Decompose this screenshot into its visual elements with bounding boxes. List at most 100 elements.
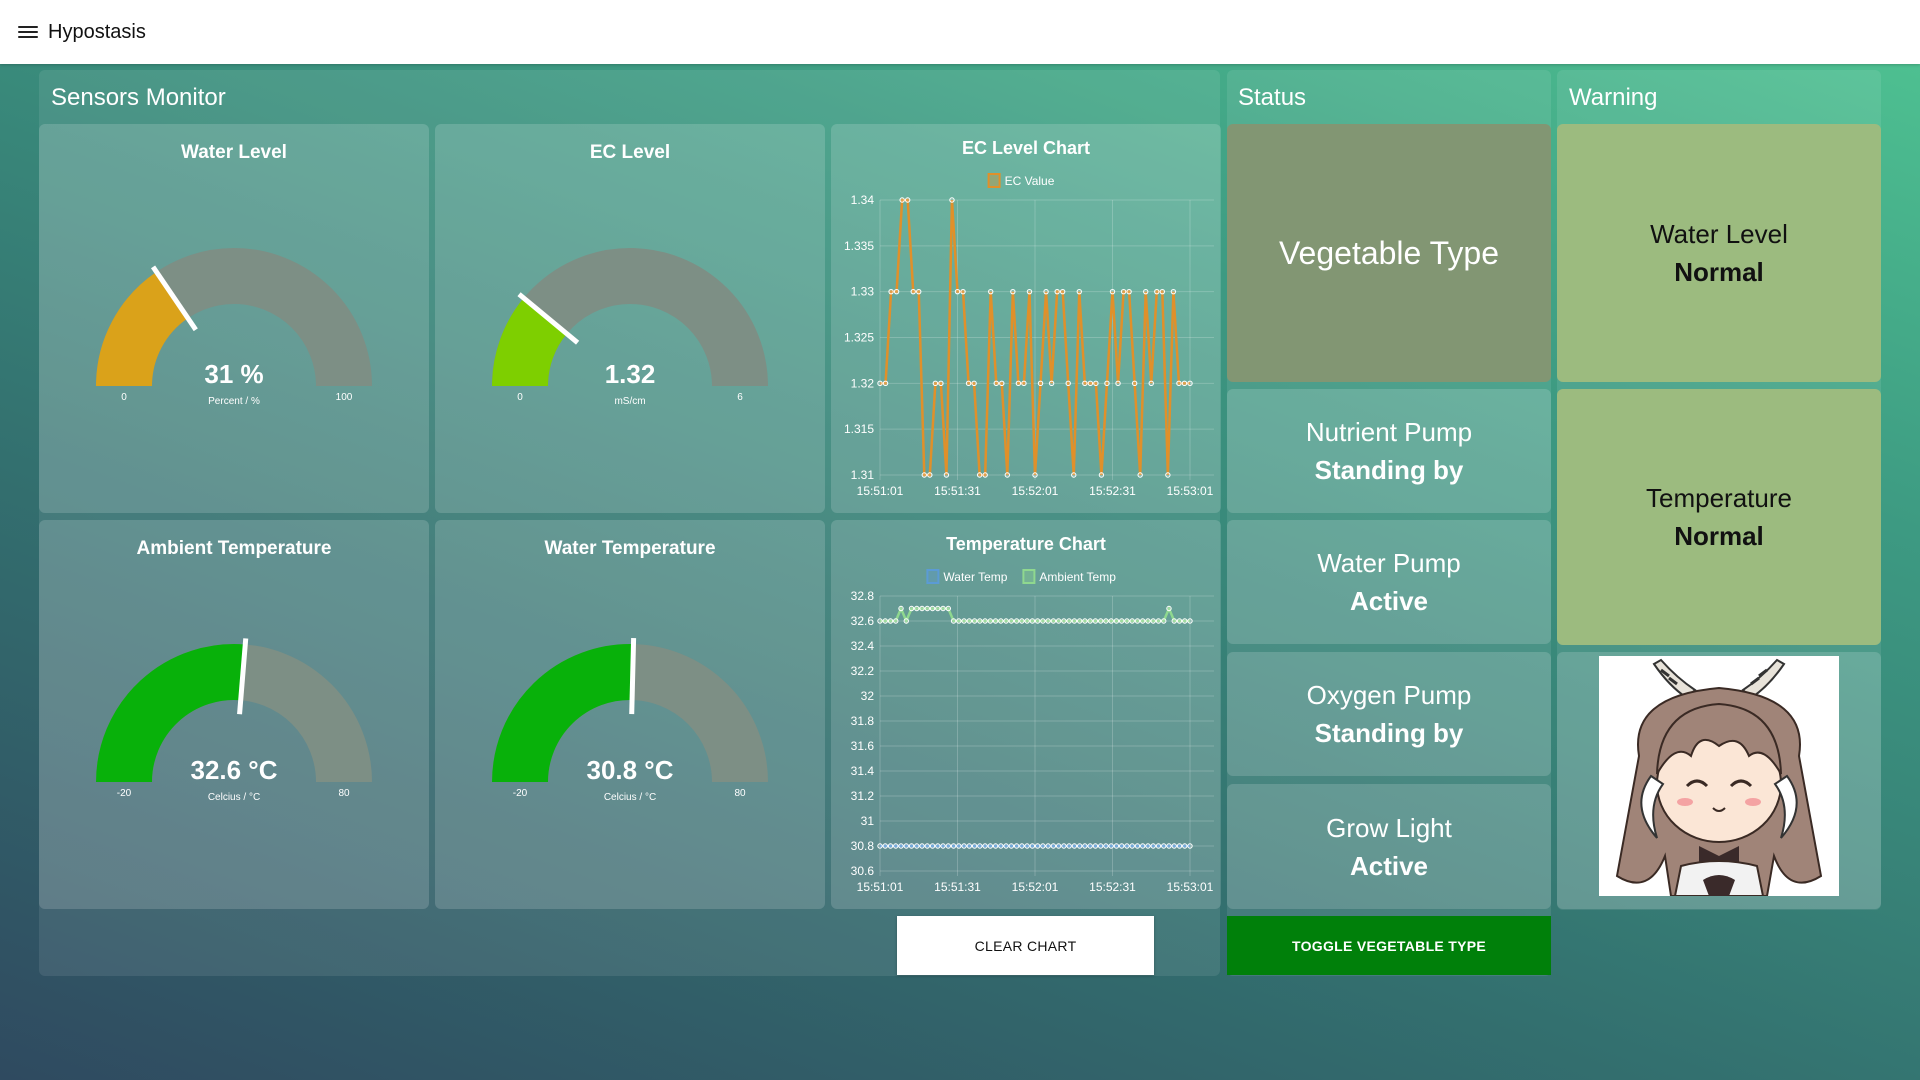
y-tick-label: 32.2: [851, 664, 875, 678]
legend-swatch: [926, 569, 940, 584]
data-point: [998, 843, 1004, 849]
data-point: [960, 288, 966, 295]
x-tick-label: 15:52:31: [1089, 880, 1136, 894]
data-point: [1171, 843, 1177, 849]
status-title: Status: [1238, 84, 1307, 111]
data-point: [929, 605, 936, 612]
data-point: [1045, 618, 1051, 624]
data-point: [904, 197, 911, 203]
y-tick-label: 1.325: [844, 331, 874, 345]
data-point: [982, 618, 988, 624]
data-point: [1170, 288, 1177, 295]
data-point: [1029, 843, 1036, 849]
data-point: [1004, 472, 1011, 478]
data-point: [1155, 618, 1162, 624]
data-point: [987, 843, 994, 849]
data-point: [1037, 380, 1044, 387]
data-point: [914, 605, 920, 612]
data-point: [1148, 380, 1154, 387]
ambient-temperature-gauge-card: Ambient Temperature 32.6 °C Celcius / °C -…: [39, 520, 429, 909]
gauge-needle: [629, 637, 637, 715]
data-point: [987, 618, 994, 624]
data-point: [1120, 288, 1127, 295]
grow-light-status-card: Grow Light Active: [1227, 784, 1551, 909]
ec-level-gauge-title: EC Level: [589, 142, 671, 163]
oxygen-pump-status-card: Oxygen Pump Standing by: [1227, 652, 1551, 776]
data-point: [1065, 380, 1071, 387]
data-point: [950, 618, 957, 624]
x-tick-label: 15:51:31: [934, 484, 981, 498]
data-point: [1187, 618, 1193, 624]
hamburger-menu-icon[interactable]: [18, 24, 38, 40]
nutrient-pump-status-card: Nutrient Pump Standing by: [1227, 389, 1551, 513]
data-point: [903, 843, 909, 849]
data-point: [961, 618, 967, 624]
data-point: [1076, 843, 1083, 849]
data-point: [1176, 843, 1183, 849]
data-point: [940, 843, 946, 849]
warning-title: Warning: [1569, 84, 1658, 111]
data-point: [1140, 843, 1146, 849]
y-tick-label: 30.8: [851, 839, 875, 853]
data-point: [1145, 618, 1151, 624]
y-tick-label: 1.315: [844, 422, 874, 436]
data-point: [966, 843, 973, 849]
data-point: [1092, 618, 1099, 624]
data-point: [935, 605, 941, 612]
data-point: [1015, 380, 1022, 387]
data-point: [1010, 288, 1016, 295]
data-point: [1150, 843, 1156, 849]
y-tick-label: 1.33: [851, 285, 875, 299]
data-point: [1013, 618, 1020, 624]
data-point: [929, 843, 936, 849]
data-point: [1145, 843, 1151, 849]
gauge-unit: Celcius / °C: [207, 792, 261, 803]
data-point: [943, 472, 950, 478]
ec-level-chart: EC Level Chart EC Value 1.34 1.335 1.33 1.325…: [844, 138, 1214, 498]
data-point: [1003, 618, 1009, 624]
gauge-max-label: 6: [737, 392, 743, 403]
water-temp-gauge-dial: [492, 637, 768, 783]
data-point: [877, 380, 883, 387]
water-level-gauge-card: Water Level 31 % Percent / % 0 100: [39, 124, 429, 513]
y-tick-label: 31.8: [851, 714, 875, 728]
data-point: [1029, 618, 1036, 624]
data-point: [1071, 843, 1078, 849]
data-point: [882, 380, 889, 387]
toggle-vegetable-type-button[interactable]: TOGGLE VEGETABLE TYPE: [1227, 916, 1551, 975]
data-point: [1034, 843, 1041, 849]
data-point: [1159, 288, 1166, 295]
data-point: [882, 843, 888, 849]
data-point: [965, 380, 972, 387]
x-tick-label: 15:53:01: [1167, 880, 1214, 894]
data-point: [893, 288, 900, 295]
data-point: [921, 472, 927, 478]
data-point: [1098, 472, 1105, 478]
data-point: [1181, 380, 1188, 387]
gauge-min-label: 0: [121, 392, 127, 403]
data-point: [1082, 618, 1088, 624]
data-point: [1093, 380, 1099, 387]
data-point: [1171, 618, 1177, 624]
x-tick-label: 15:52:31: [1089, 484, 1136, 498]
data-point: [1097, 843, 1104, 849]
grow-light-value: Active: [1349, 850, 1429, 881]
data-point: [1050, 843, 1057, 849]
data-point: [1021, 380, 1027, 387]
data-point: [971, 618, 978, 624]
data-point: [1032, 472, 1038, 478]
y-tick-label: 32.8: [851, 589, 875, 603]
water-level-warning-label: Water Level: [1650, 219, 1788, 249]
data-point: [1143, 288, 1149, 295]
clear-chart-button[interactable]: CLEAR CHART: [897, 916, 1154, 975]
data-point: [1187, 843, 1193, 849]
ambient-temperature-gauge-title: Ambient Temperature: [136, 538, 332, 559]
data-point: [877, 618, 883, 624]
data-point: [1176, 618, 1183, 624]
gauge-value: 1.32: [604, 359, 656, 389]
grow-light-label: Grow Light: [1326, 812, 1452, 843]
data-point: [950, 843, 957, 849]
data-point: [1045, 843, 1051, 849]
data-point: [1026, 288, 1033, 295]
y-tick-label: 32.6: [851, 614, 875, 628]
